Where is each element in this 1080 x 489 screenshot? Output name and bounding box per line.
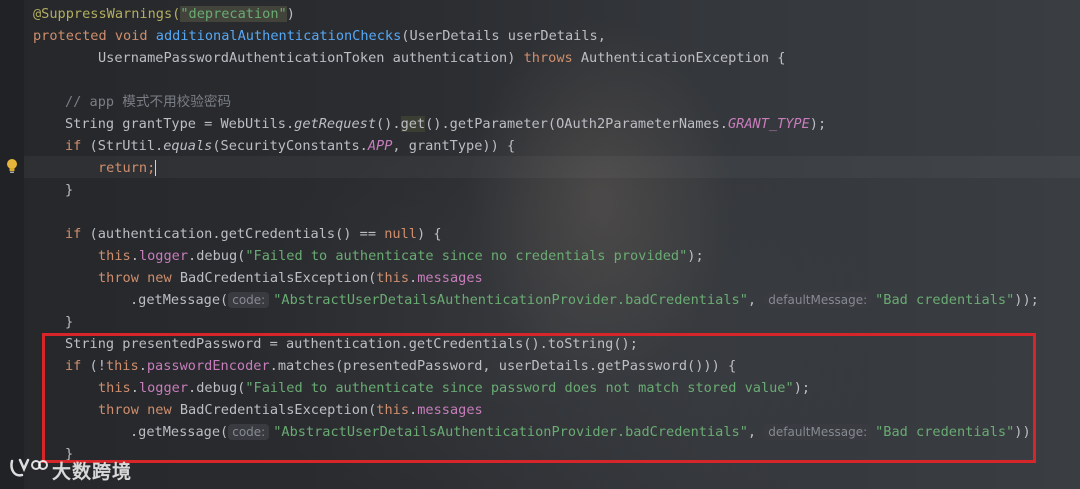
code-line-13: throw new BadCredentialsException(this.m… xyxy=(98,270,483,286)
current-line-highlight xyxy=(24,156,1080,178)
code-line-11: if (authentication.getCredentials() == n… xyxy=(65,226,442,242)
highlight-box xyxy=(42,333,1036,463)
code-line-15: } xyxy=(65,314,74,330)
code-line-3: UsernamePasswordAuthenticationToken auth… xyxy=(98,50,786,66)
lightbulb-icon[interactable] xyxy=(6,158,18,174)
code-line-1: @SuppressWarnings("deprecation") xyxy=(33,6,295,22)
code-line-14: .getMessage(code: "AbstractUserDetailsAut… xyxy=(130,292,1039,308)
code-line-2: protected void additionalAuthenticationC… xyxy=(33,28,606,44)
code-line-9: } xyxy=(65,182,74,198)
watermark: 大数跨境 xyxy=(8,455,132,485)
logo-icon xyxy=(8,455,48,485)
text-cursor xyxy=(155,160,157,176)
param-hint-code: code: xyxy=(228,292,270,308)
editor-gutter xyxy=(0,0,24,489)
watermark-text: 大数跨境 xyxy=(52,460,133,483)
code-line-7: if (StrUtil.equals(SecurityConstants.APP… xyxy=(65,138,516,154)
code-line-6: String grantType = WebUtils.getRequest()… xyxy=(65,116,827,132)
code-line-5: // app 模式不用校验密码 xyxy=(65,94,232,110)
param-hint-default-message: defaultMessage: xyxy=(764,292,872,308)
code-line-8: return; xyxy=(98,160,157,176)
code-line-12: this.logger.debug("Failed to authenticat… xyxy=(98,248,704,264)
